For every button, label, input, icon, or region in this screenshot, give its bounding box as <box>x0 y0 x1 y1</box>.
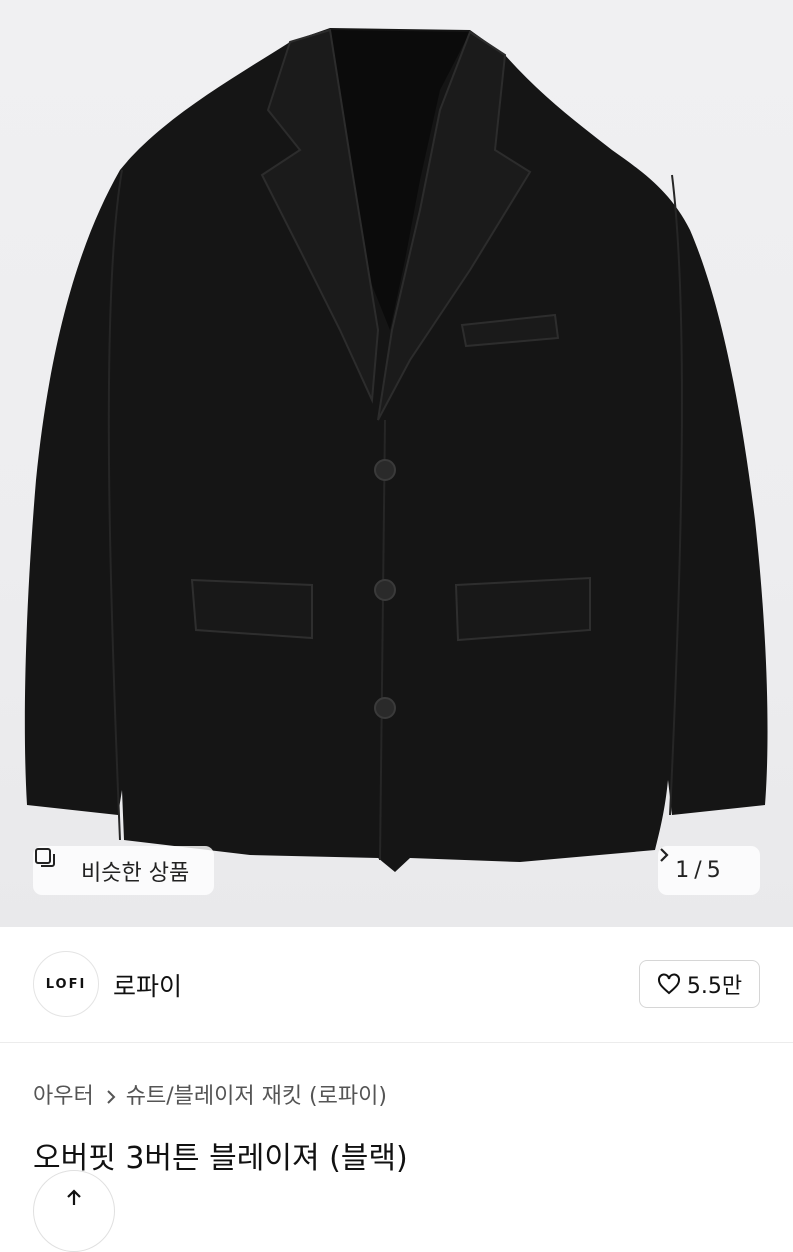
similar-products-icon <box>35 848 73 883</box>
similar-products-button[interactable]: 비슷한 상품 <box>33 846 214 895</box>
heart-icon <box>657 973 681 995</box>
page-separator: / <box>694 858 702 883</box>
shop-logo[interactable]: LOFI <box>33 951 99 1017</box>
shop-name[interactable]: 로파이 <box>113 967 182 1003</box>
shop-info-row: LOFI 로파이 5.5만 <box>0 927 793 1043</box>
like-count: 5.5만 <box>686 974 743 999</box>
product-image-gallery[interactable]: 비슷한 상품 1 / 5 <box>0 0 793 927</box>
breadcrumb: 아우터 슈트/블레이저 재킷 (로파이) <box>33 1078 387 1110</box>
blazer-image <box>24 28 768 872</box>
share-icon <box>67 1189 81 1205</box>
like-button[interactable]: 5.5만 <box>639 960 760 1008</box>
breadcrumb-level2[interactable]: 슈트/블레이저 재킷 (로파이) <box>126 1078 387 1110</box>
page-current: 1 <box>675 858 690 883</box>
similar-products-label: 비슷한 상품 <box>81 860 190 886</box>
product-title: 오버핏 3버튼 블레이져 (블랙) <box>33 1141 408 1176</box>
breadcrumb-level1[interactable]: 아우터 <box>33 1078 94 1110</box>
shop-logo-text: LOFI <box>45 976 87 992</box>
chevron-right-icon <box>660 848 743 880</box>
share-button[interactable] <box>33 1170 115 1252</box>
image-pager[interactable]: 1 / 5 <box>658 846 760 895</box>
page-total: 5 <box>706 858 721 883</box>
chevron-right-icon <box>106 1086 116 1104</box>
